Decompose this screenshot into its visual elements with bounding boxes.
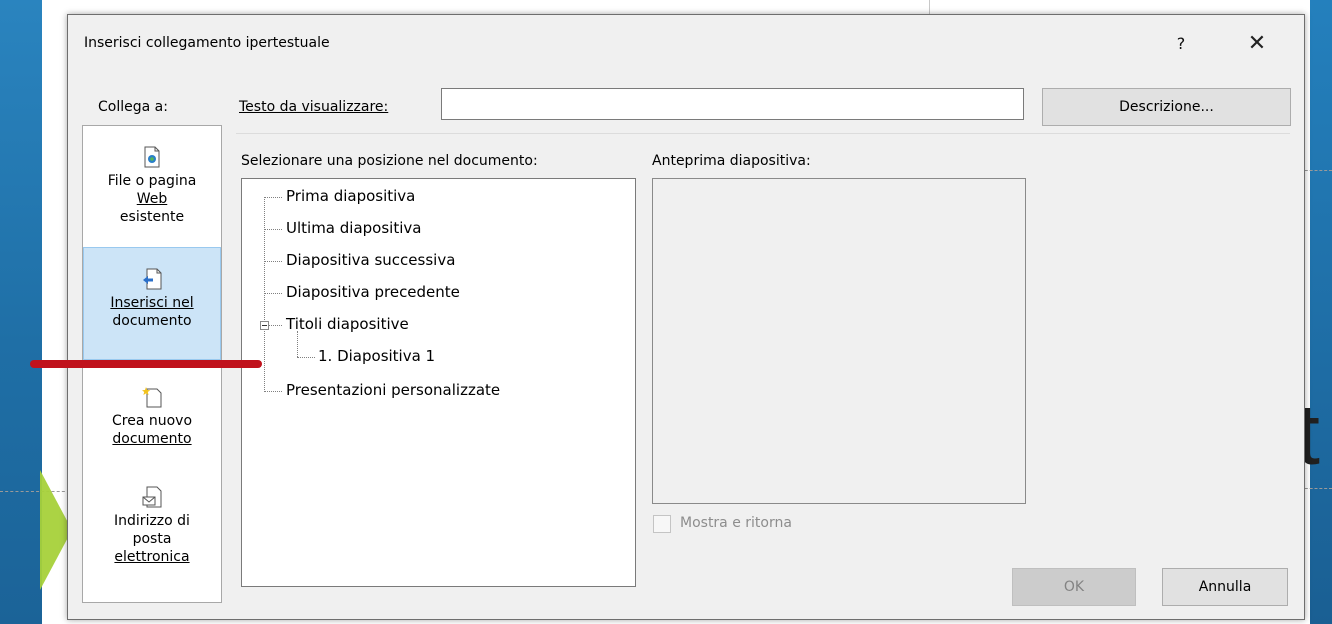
link-place-in-document[interactable]: Inserisci nel documento	[83, 247, 221, 360]
tree-item-last-slide[interactable]: Ultima diapositiva	[286, 219, 421, 237]
tree-item-next-slide[interactable]: Diapositiva successiva	[286, 251, 455, 269]
link-item-label-line: Inserisci nel	[110, 295, 194, 311]
screentip-button[interactable]: Descrizione...	[1042, 88, 1291, 126]
link-item-label-line: documento	[112, 431, 192, 447]
ok-button[interactable]: OK	[1012, 568, 1136, 606]
slide-preview-box	[652, 178, 1026, 504]
link-item-label-line: File o pagina	[107, 173, 197, 189]
slide-background-right	[1310, 0, 1332, 624]
link-create-new-document[interactable]: Crea nuovo documento	[83, 386, 221, 448]
link-item-label-line: Indirizzo di	[114, 513, 190, 529]
close-button[interactable]: ✕	[1240, 29, 1274, 59]
show-and-return-checkbox[interactable]	[653, 515, 671, 533]
new-document-icon	[142, 387, 162, 408]
separator	[236, 133, 1290, 134]
tree-connector	[264, 197, 265, 392]
tree-connector	[264, 261, 282, 262]
link-item-label-line: elettronica	[114, 549, 190, 565]
link-to-label: Collega a:	[98, 99, 168, 115]
tree-connector	[297, 357, 315, 358]
dialog-title: Inserisci collegamento ipertestuale	[84, 35, 330, 51]
tree-connector	[268, 325, 282, 326]
document-place-tree[interactable]: Prima diapositiva Ultima diapositiva Dia…	[241, 178, 636, 587]
show-and-return-label: Mostra e ritorna	[680, 515, 792, 531]
link-item-label-line: documento	[112, 313, 192, 329]
link-item-label-line: Crea nuovo	[111, 413, 193, 429]
tree-connector	[264, 293, 282, 294]
link-item-label-line: posta	[132, 531, 172, 547]
tree-item-previous-slide[interactable]: Diapositiva precedente	[286, 283, 460, 301]
text-to-display-label: Testo da visualizzare:	[239, 99, 388, 115]
link-item-label-line: esistente	[119, 209, 185, 225]
tree-connector	[264, 229, 282, 230]
help-button[interactable]: ?	[1168, 31, 1194, 57]
tree-item-first-slide[interactable]: Prima diapositiva	[286, 187, 415, 205]
annotation-underline	[30, 360, 262, 368]
existing-file-icon	[144, 146, 160, 168]
tree-item-custom-shows[interactable]: Presentazioni personalizzate	[286, 381, 500, 399]
tree-connector	[264, 197, 282, 198]
collapse-toggle[interactable]	[260, 321, 269, 330]
insert-hyperlink-dialog: Inserisci collegamento ipertestuale ? ✕ …	[67, 14, 1305, 620]
tree-item-slide-titles[interactable]: Titoli diapositive	[286, 315, 409, 333]
tree-item-slide-1[interactable]: 1. Diapositiva 1	[318, 347, 435, 365]
place-in-document-icon	[143, 268, 162, 290]
select-place-label: Selezionare una posizione nel documento:	[241, 153, 538, 169]
slide-preview-label: Anteprima diapositiva:	[652, 153, 811, 169]
link-email-address[interactable]: Indirizzo di posta elettronica	[83, 486, 221, 566]
tree-connector	[297, 331, 298, 357]
link-existing-file[interactable]: File o pagina Web esistente	[83, 146, 221, 226]
link-item-label-line: Web	[136, 191, 168, 207]
text-to-display-label-text: Testo da visualizzare:	[239, 99, 389, 115]
text-to-display-input[interactable]	[441, 88, 1024, 120]
email-address-icon	[142, 486, 162, 508]
tree-connector	[264, 391, 282, 392]
cancel-button[interactable]: Annulla	[1162, 568, 1288, 606]
